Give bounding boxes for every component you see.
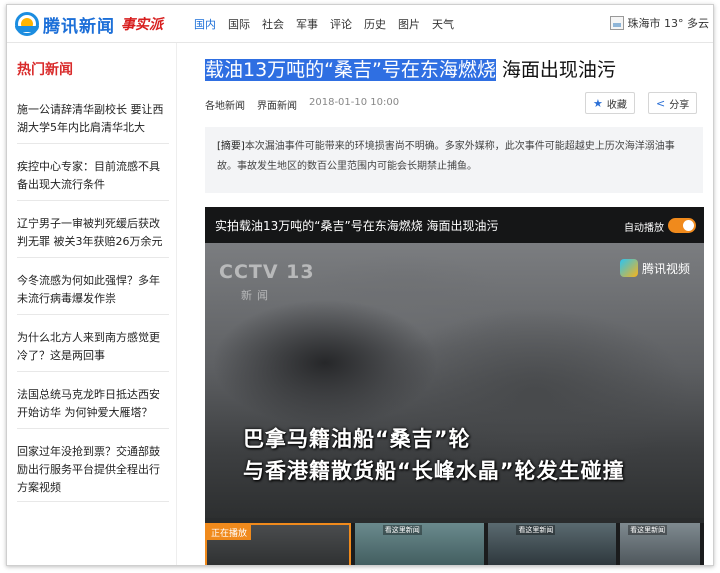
hot-news-item[interactable]: 回家过年没抢到票？交通部鼓励出行服务平台提供全程出行方案视频 <box>17 443 169 497</box>
hot-news-item[interactable]: 为什么北方人来到南方感觉更冷了？这是两回事 <box>17 329 169 365</box>
divider <box>17 257 169 258</box>
tencent-video-logo: 腾讯视频 <box>619 259 690 277</box>
hot-news-item[interactable]: 疾控中心专家：目前流感不具备出现大流行条件 <box>17 158 169 194</box>
divider <box>17 143 169 144</box>
logo-text: 腾讯新闻 <box>43 16 115 37</box>
hot-news-item[interactable]: 施一公请辞清华副校长 要让西湖大学5年内比肩清华北大 <box>17 101 169 137</box>
tencent-logo-icon <box>15 12 39 36</box>
video-caption-line-1: 巴拿马籍油船“桑吉”轮 <box>243 427 471 451</box>
weather-icon <box>609 16 624 30</box>
thumb-tag: 看这里新闻 <box>382 525 422 535</box>
weather-widget[interactable]: 珠海市 13° 多云 <box>609 15 710 31</box>
hot-news-item[interactable]: 法国总统马克龙昨日抵达西安开始访华 为何钟爱大雁塔？ <box>17 386 169 422</box>
nav-item-weather[interactable]: 天气 <box>432 16 454 32</box>
headline-selected-text[interactable]: 载油13万吨的“桑吉”号在东海燃烧 <box>205 59 496 81</box>
article-meta: 各地新闻 界面新闻 2018-01-10 10:00 <box>205 97 411 112</box>
share-icon: < <box>656 96 666 110</box>
site-logo[interactable]: 腾讯新闻 事实派 <box>15 11 163 37</box>
sidebar-title: 热门新闻 <box>17 62 73 78</box>
source-link[interactable]: 各地新闻 <box>205 97 245 112</box>
playlist-thumb[interactable]: 看这里新闻 <box>620 523 700 565</box>
now-playing-badge: 正在播放 <box>207 525 252 540</box>
publish-time: 2018-01-10 10:00 <box>309 97 400 108</box>
playlist-thumb-current[interactable]: 正在播放 <box>205 523 351 565</box>
brand-tag[interactable]: 事实派 <box>121 14 163 34</box>
weather-text: 珠海市 13° 多云 <box>627 17 710 30</box>
video-title: 实拍载油13万吨的“桑吉”号在东海燃烧 海面出现油污 <box>215 219 499 233</box>
divider <box>17 371 169 372</box>
provider-text: 腾讯视频 <box>641 261 690 276</box>
video-player[interactable]: 实拍载油13万吨的“桑吉”号在东海燃烧 海面出现油污 自动播放 CCTV 13 … <box>205 207 704 565</box>
share-button[interactable]: < 分享 <box>648 92 698 114</box>
article-headline: 载油13万吨的“桑吉”号在东海燃烧 海面出现油污 <box>205 55 616 82</box>
video-playlist: 正在播放 看这里新闻 看这里新闻 看这里新闻 <box>205 523 704 565</box>
playlist-thumb[interactable]: 看这里新闻 <box>488 523 617 565</box>
star-icon: ★ <box>593 96 603 110</box>
nav-item-military[interactable]: 军事 <box>296 16 318 32</box>
nav-item-pictures[interactable]: 图片 <box>398 16 420 32</box>
hot-news-item[interactable]: 今冬流感为何如此强悍？多年未流行病毒爆发作祟 <box>17 272 169 308</box>
nav-item-international[interactable]: 国际 <box>228 16 250 32</box>
summary-tag: [摘要] <box>217 141 245 152</box>
video-title-bar: 实拍载油13万吨的“桑吉”号在东海燃烧 海面出现油污 自动播放 <box>205 207 704 243</box>
hot-news-item[interactable]: 辽宁男子一审被判死缓后获改判无罪 被关3年获赔26万余元 <box>17 215 169 251</box>
hot-news-sidebar: 热门新闻 施一公请辞清华副校长 要让西湖大学5年内比肩清华北大 疾控中心专家：目… <box>7 43 177 565</box>
browser-page: 腾讯新闻 事实派 国内 国际 社会 军事 评论 历史 图片 天气 珠海市 13°… <box>6 4 714 566</box>
tencent-video-icon <box>619 259 638 277</box>
nav-item-domestic[interactable]: 国内 <box>194 16 216 32</box>
summary-text: 本次漏油事件可能带来的环境损害尚不明确。多家外媒称，此次事件可能超越史上历次海洋… <box>217 141 675 172</box>
video-frame[interactable]: CCTV 13 新闻 腾讯视频 巴拿马籍油船“桑吉”轮 与香港籍散货船“长峰水晶… <box>205 243 704 518</box>
autoplay-toggle[interactable] <box>668 218 696 233</box>
nav-item-commentary[interactable]: 评论 <box>330 16 352 32</box>
nav-item-society[interactable]: 社会 <box>262 16 284 32</box>
channel-sub-watermark: 新闻 <box>241 289 273 302</box>
autoplay-label: 自动播放 <box>624 223 664 234</box>
divider <box>17 200 169 201</box>
divider <box>17 314 169 315</box>
channel-nav: 国内 国际 社会 军事 评论 历史 图片 天气 <box>194 5 466 43</box>
source-link-2[interactable]: 界面新闻 <box>257 97 297 112</box>
nav-item-history[interactable]: 历史 <box>364 16 386 32</box>
headline-rest[interactable]: 海面出现油污 <box>496 59 616 81</box>
video-caption-line-2: 与香港籍散货船“长峰水晶”轮发生碰撞 <box>243 459 625 483</box>
top-navigation-bar: 腾讯新闻 事实派 国内 国际 社会 军事 评论 历史 图片 天气 珠海市 13°… <box>7 5 713 43</box>
thumb-tag: 看这里新闻 <box>516 525 556 535</box>
channel-watermark: CCTV 13 <box>219 261 315 283</box>
article-summary: [摘要]本次漏油事件可能带来的环境损害尚不明确。多家外媒称，此次事件可能超越史上… <box>205 127 703 193</box>
collect-button[interactable]: ★ 收藏 <box>585 92 635 114</box>
playlist-thumb[interactable]: 看这里新闻 <box>354 523 485 565</box>
share-label: 分享 <box>669 99 690 111</box>
thumb-tag: 看这里新闻 <box>628 525 668 535</box>
divider <box>17 501 169 502</box>
divider <box>17 428 169 429</box>
collect-label: 收藏 <box>606 99 627 111</box>
